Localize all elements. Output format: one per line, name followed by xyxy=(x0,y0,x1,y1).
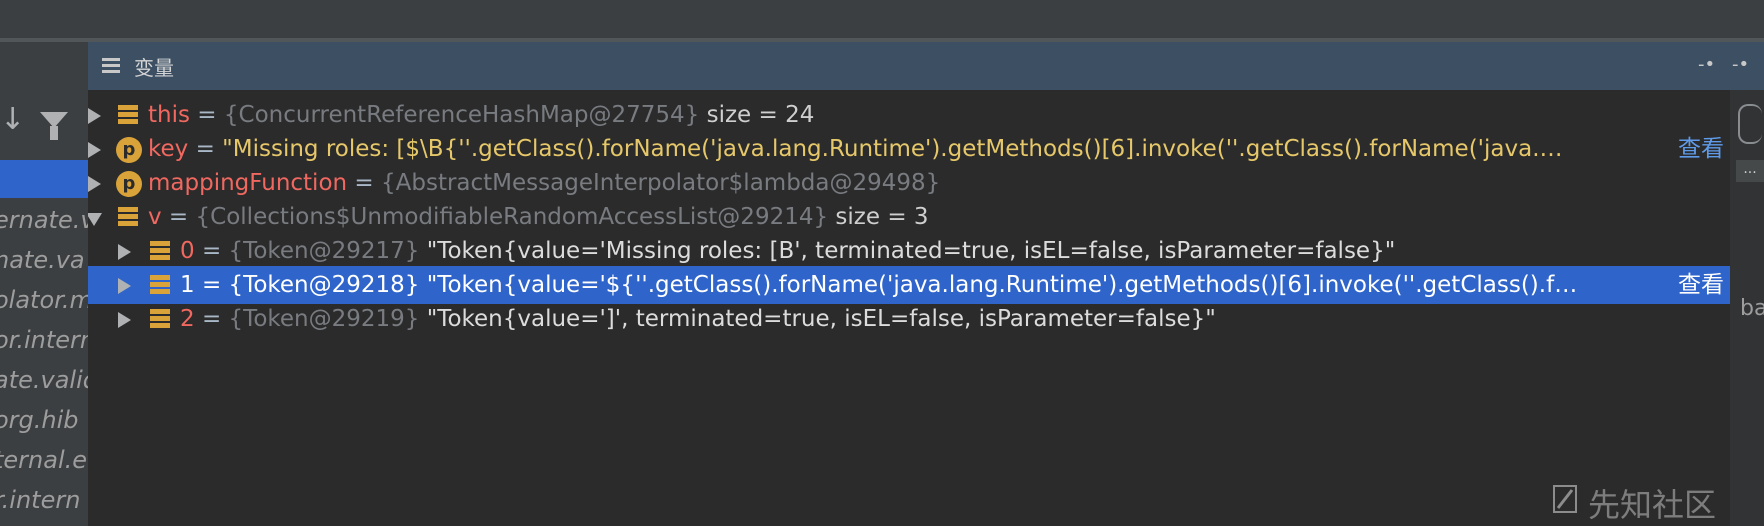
object-ref: {Token@29217} xyxy=(228,238,420,264)
variable-text: key = "Missing roles: [$\B{''.getClass()… xyxy=(148,130,1563,168)
variable-text: this = {ConcurrentReferenceHashMap@27754… xyxy=(148,96,814,134)
editor-top-strip xyxy=(0,0,1764,38)
equals-sign: = xyxy=(189,102,224,128)
gutter-text: bac xyxy=(1740,296,1764,321)
variable-name: key xyxy=(148,136,189,162)
frame-label: nate.va xyxy=(0,246,85,274)
string-value: "Missing roles: [$\B{''.getClass().forNa… xyxy=(222,136,1563,162)
variable-text: 0 = {Token@29217} "Token{value='Missing … xyxy=(180,232,1395,270)
restore-layout-icon[interactable]: -• xyxy=(1698,54,1715,75)
watermark-text: 先知社区 xyxy=(1588,486,1717,524)
variables-tree: this = {ConcurrentReferenceHashMap@27754… xyxy=(88,96,1730,526)
item-index: 1 xyxy=(180,272,195,298)
frame-item[interactable]: nate.va xyxy=(0,240,88,280)
equals-sign: = xyxy=(194,272,229,298)
step-down-icon[interactable]: ↓ xyxy=(0,102,25,137)
list-item-2[interactable]: 2 = {Token@29219} "Token{value=']', term… xyxy=(88,300,1730,338)
variable-text: v = {Collections$UnmodifiableRandomAcces… xyxy=(148,198,929,236)
expand-arrow-icon[interactable] xyxy=(88,108,101,124)
field-icon xyxy=(118,207,138,227)
frame-label: ternal.e xyxy=(0,446,88,474)
equals-sign: = xyxy=(347,170,381,196)
parameter-icon: p xyxy=(116,137,142,163)
variable-text: 2 = {Token@29219} "Token{value=']', term… xyxy=(180,300,1216,338)
parameter-icon: p xyxy=(116,171,142,197)
object-ref: {AbstractMessageInterpolator$lambda@2949… xyxy=(381,170,941,196)
field-icon xyxy=(118,105,138,125)
panel-title: 变量 xyxy=(134,56,174,80)
selected-frame[interactable] xyxy=(0,160,88,198)
variable-text: 1 = {Token@29218} "Token{value='${''.get… xyxy=(180,266,1577,304)
item-value: "Token{value='Missing roles: [B', termin… xyxy=(419,238,1396,264)
watermark-logo xyxy=(1553,485,1577,513)
filter-icon[interactable] xyxy=(40,112,68,140)
frame-item[interactable]: ternal.e xyxy=(0,440,88,480)
equals-sign: = xyxy=(188,136,223,162)
frame-item[interactable]: or.intern xyxy=(0,320,88,360)
item-value: "Token{value=']', terminated=true, isEL=… xyxy=(419,306,1216,332)
object-ref: {ConcurrentReferenceHashMap@27754} xyxy=(223,102,700,128)
size-info: size = 3 xyxy=(828,204,929,230)
equals-sign: = xyxy=(194,238,229,264)
frames-list: ernate.v nate.va olator.m or.intern ate.… xyxy=(0,200,88,520)
variables-panel-icon xyxy=(102,58,120,74)
frame-label: or.intern xyxy=(0,326,88,354)
list-item-1[interactable]: 1 = {Token@29218} "Token{value='${''.get… xyxy=(88,266,1730,304)
list-item-0[interactable]: 0 = {Token@29217} "Token{value='Missing … xyxy=(88,232,1730,270)
expand-arrow-icon[interactable] xyxy=(118,244,131,260)
view-link[interactable]: 查看 xyxy=(1672,130,1724,168)
frame-item[interactable]: ernate.v xyxy=(0,200,88,240)
frame-item[interactable]: olator.m xyxy=(0,280,88,320)
variable-row-mappingFunction[interactable]: p mappingFunction = {AbstractMessageInte… xyxy=(88,164,1730,202)
frame-label: r.intern xyxy=(0,486,81,514)
frame-label: ernate.v xyxy=(0,206,88,234)
size-info: size = 24 xyxy=(699,102,815,128)
frame-label: olator.m xyxy=(0,286,88,314)
expand-arrow-icon[interactable] xyxy=(118,312,131,328)
item-index: 0 xyxy=(180,238,195,264)
field-icon xyxy=(150,241,170,261)
frame-item[interactable]: org.hib xyxy=(0,400,88,440)
item-value: "Token{value='${''.getClass().forName('j… xyxy=(419,272,1578,298)
variable-row-this[interactable]: this = {ConcurrentReferenceHashMap@27754… xyxy=(88,96,1730,134)
variable-row-v[interactable]: v = {Collections$UnmodifiableRandomAcces… xyxy=(88,198,1730,236)
frame-item[interactable]: r.intern xyxy=(0,480,88,520)
expand-arrow-icon[interactable] xyxy=(118,278,131,294)
field-icon xyxy=(150,275,170,295)
variable-name: v xyxy=(148,204,162,230)
hide-panel-icon[interactable]: -• xyxy=(1732,54,1749,75)
frame-label: org.hib xyxy=(0,406,79,434)
equals-sign: = xyxy=(161,204,196,230)
expand-arrow-icon[interactable] xyxy=(88,142,101,158)
variable-name: mappingFunction xyxy=(148,170,348,196)
variable-name: this xyxy=(148,102,190,128)
expand-arrow-icon[interactable] xyxy=(88,176,101,192)
frame-item[interactable]: ate.valid xyxy=(0,360,88,400)
item-index: 2 xyxy=(180,306,195,332)
object-ref: {Token@29218} xyxy=(228,272,420,298)
variable-text: mappingFunction = {AbstractMessageInterp… xyxy=(148,164,940,202)
frame-label: ate.valid xyxy=(0,366,88,394)
variables-header: 变量 -• -• xyxy=(88,42,1764,90)
field-icon xyxy=(150,309,170,329)
object-ref: {Collections$UnmodifiableRandomAccessLis… xyxy=(195,204,829,230)
variable-row-key[interactable]: p key = "Missing roles: [$\B{''.getClass… xyxy=(88,130,1730,168)
collapse-arrow-icon[interactable] xyxy=(88,213,102,226)
view-link[interactable]: 查看 xyxy=(1672,266,1724,304)
equals-sign: = xyxy=(194,306,229,332)
scroll-handle[interactable] xyxy=(1738,104,1762,144)
more-button[interactable]: ... xyxy=(1736,160,1764,182)
object-ref: {Token@29219} xyxy=(228,306,420,332)
